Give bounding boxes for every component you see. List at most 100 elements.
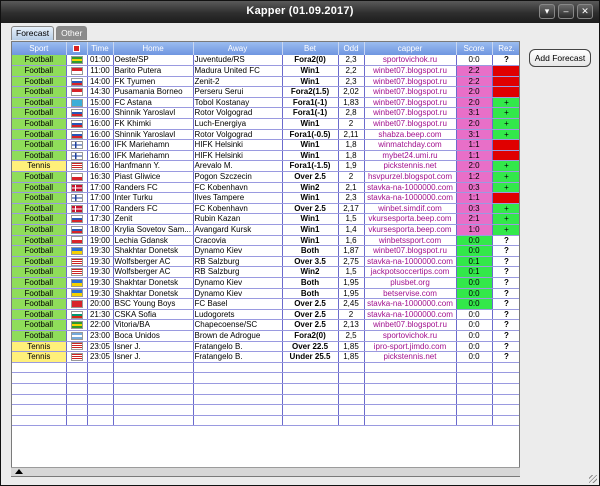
cell-sport[interactable]: Football bbox=[12, 150, 67, 162]
cell-bet[interactable]: Win1 bbox=[282, 65, 339, 77]
cell-away[interactable]: Ilves Tampere bbox=[193, 192, 283, 204]
cell-home[interactable]: Oeste/SP bbox=[113, 55, 194, 67]
cell-score[interactable]: 0:0 bbox=[456, 288, 493, 300]
cell-home[interactable]: IFK Mariehamn bbox=[113, 139, 194, 151]
cell-rez[interactable]: + bbox=[492, 97, 519, 109]
cell-home[interactable]: Isner J. bbox=[113, 351, 194, 363]
cell-flag[interactable] bbox=[66, 319, 88, 331]
cell-away[interactable]: Dynamo Kiev bbox=[193, 288, 283, 300]
table-row[interactable]: Football 16:00 FK Khimki Luch-Energiya Win1 2… bbox=[12, 118, 519, 130]
cell-flag[interactable] bbox=[66, 118, 88, 130]
cell-time[interactable]: 17:00 bbox=[87, 203, 114, 215]
cell-time[interactable]: 16:00 bbox=[87, 129, 114, 141]
cell-rez[interactable]: + bbox=[492, 118, 519, 130]
cell-flag[interactable] bbox=[66, 55, 88, 67]
minimize-button[interactable]: – bbox=[558, 4, 574, 19]
cell-odd[interactable]: 1,83 bbox=[338, 97, 365, 109]
cell-capper[interactable]: winbet07.blogspot.ru bbox=[364, 86, 457, 98]
table-row[interactable]: Football 15:00 FC Astana Tobol Kostanay Fora… bbox=[12, 97, 519, 109]
cell-home[interactable]: Lechia Gdansk bbox=[113, 235, 194, 247]
cell-away[interactable]: Avangard Kursk bbox=[193, 224, 283, 236]
cell-score[interactable]: 1:1 bbox=[456, 139, 493, 151]
cell-home[interactable]: FC Astana bbox=[113, 97, 194, 109]
cell-sport[interactable]: Football bbox=[12, 277, 67, 289]
cell-away[interactable]: Chapecoense/SC bbox=[193, 319, 283, 331]
table-row[interactable]: Football 17:30 Zenit Rubin Kazan Win1 1,5 vkur… bbox=[12, 213, 519, 225]
cell-odd[interactable]: 2 bbox=[338, 171, 365, 183]
table-row[interactable]: Football 22:00 Vitoria/BA Chapecoense/SC Ove… bbox=[12, 319, 519, 331]
cell-sport[interactable]: Football bbox=[12, 330, 67, 342]
cell-time[interactable]: 19:30 bbox=[87, 288, 114, 300]
cell-capper[interactable]: shabza.beep.com bbox=[364, 129, 457, 141]
cell-away[interactable]: Luch-Energiya bbox=[193, 118, 283, 130]
cell-odd[interactable]: 2,02 bbox=[338, 86, 365, 98]
cell-home[interactable]: Randers FC bbox=[113, 182, 194, 194]
cell-odd[interactable]: 1,5 bbox=[338, 213, 365, 225]
cell-time[interactable]: 16:30 bbox=[87, 171, 114, 183]
cell-sport[interactable]: Football bbox=[12, 224, 67, 236]
cell-time[interactable]: 21:30 bbox=[87, 309, 114, 321]
cell-sport[interactable]: Football bbox=[12, 319, 67, 331]
cell-sport[interactable]: Football bbox=[12, 76, 67, 88]
cell-rez[interactable]: + bbox=[492, 213, 519, 225]
cell-capper[interactable]: winbet07.blogspot.ru bbox=[364, 319, 457, 331]
cell-sport[interactable]: Tennis bbox=[12, 160, 67, 173]
cell-capper[interactable]: stavka-na-1000000.com bbox=[364, 182, 457, 194]
cell-odd[interactable]: 2,3 bbox=[338, 55, 365, 67]
cell-home[interactable]: Krylia Sovetov Sam... bbox=[113, 224, 194, 236]
column-header-score[interactable]: Score bbox=[456, 42, 493, 55]
cell-time[interactable]: 19:30 bbox=[87, 266, 114, 278]
cell-sport[interactable]: Tennis bbox=[12, 341, 67, 353]
cell-sport[interactable]: Football bbox=[12, 203, 67, 215]
cell-rez[interactable]: + bbox=[492, 129, 519, 141]
column-header-away[interactable]: Away bbox=[193, 42, 283, 55]
cell-flag[interactable] bbox=[66, 76, 88, 88]
cell-home[interactable]: Hanfmann Y. bbox=[113, 160, 194, 173]
cell-time[interactable]: 19:00 bbox=[87, 235, 114, 247]
cell-score[interactable]: 0:0 bbox=[456, 351, 493, 363]
cell-away[interactable]: Zenit-2 bbox=[193, 76, 283, 88]
column-header-rez[interactable]: Rez. bbox=[492, 42, 519, 55]
cell-rez[interactable]: + bbox=[492, 182, 519, 194]
column-header-flag[interactable] bbox=[66, 42, 88, 55]
cell-flag[interactable] bbox=[66, 277, 88, 289]
cell-capper[interactable]: winbet07.blogspot.ru bbox=[364, 245, 457, 257]
table-row[interactable]: Tennis 16:00 Hanfmann Y. Arevalo M. Fora1(-1… bbox=[12, 160, 519, 173]
cell-score[interactable]: 0:3 bbox=[456, 203, 493, 215]
cell-odd[interactable]: 2,75 bbox=[338, 256, 365, 268]
cell-rez[interactable] bbox=[492, 139, 519, 151]
cell-time[interactable]: 16:00 bbox=[87, 107, 114, 120]
cell-odd[interactable]: 1,8 bbox=[338, 150, 365, 162]
cell-away[interactable]: Dynamo Kiev bbox=[193, 277, 283, 289]
cell-bet[interactable]: Under 25.5 bbox=[282, 351, 339, 363]
table-row[interactable]: Football 11:00 Barito Putera Madura United … bbox=[12, 65, 519, 77]
cell-rez[interactable]: ? bbox=[492, 235, 519, 247]
cell-flag[interactable] bbox=[66, 224, 88, 236]
cell-capper[interactable]: winbet.simdif.com bbox=[364, 203, 457, 215]
cell-rez[interactable]: ? bbox=[492, 351, 519, 363]
cell-flag[interactable] bbox=[66, 129, 88, 141]
cell-flag[interactable] bbox=[66, 150, 88, 162]
cell-home[interactable]: Piast Gliwice bbox=[113, 171, 194, 183]
cell-bet[interactable]: Fora1(-1) bbox=[282, 107, 339, 120]
cell-odd[interactable]: 2 bbox=[338, 118, 365, 130]
cell-capper[interactable]: pickstennis.net bbox=[364, 160, 457, 173]
cell-capper[interactable]: stavka-na-1000000.com bbox=[364, 309, 457, 321]
cell-score[interactable]: 0:0 bbox=[456, 245, 493, 257]
cell-rez[interactable]: ? bbox=[492, 298, 519, 310]
table-row[interactable]: Football 18:00 Krylia Sovetov Sam... Avanga… bbox=[12, 224, 519, 236]
cell-bet[interactable]: Win1 bbox=[282, 224, 339, 236]
cell-sport[interactable]: Football bbox=[12, 118, 67, 130]
cell-odd[interactable]: 1,4 bbox=[338, 224, 365, 236]
table-row[interactable]: Football 16:30 Piast Gliwice Pogon Szczecin… bbox=[12, 171, 519, 183]
cell-odd[interactable]: 1,6 bbox=[338, 235, 365, 247]
cell-home[interactable]: Inter Turku bbox=[113, 192, 194, 204]
cell-flag[interactable] bbox=[66, 160, 88, 173]
cell-rez[interactable] bbox=[492, 86, 519, 98]
cell-bet[interactable]: Win1 bbox=[282, 76, 339, 88]
cell-score[interactable]: 1:2 bbox=[456, 171, 493, 183]
cell-time[interactable]: 16:00 bbox=[87, 150, 114, 162]
cell-rez[interactable] bbox=[492, 192, 519, 204]
cell-score[interactable]: 2:0 bbox=[456, 160, 493, 173]
cell-score[interactable]: 3:1 bbox=[456, 107, 493, 120]
